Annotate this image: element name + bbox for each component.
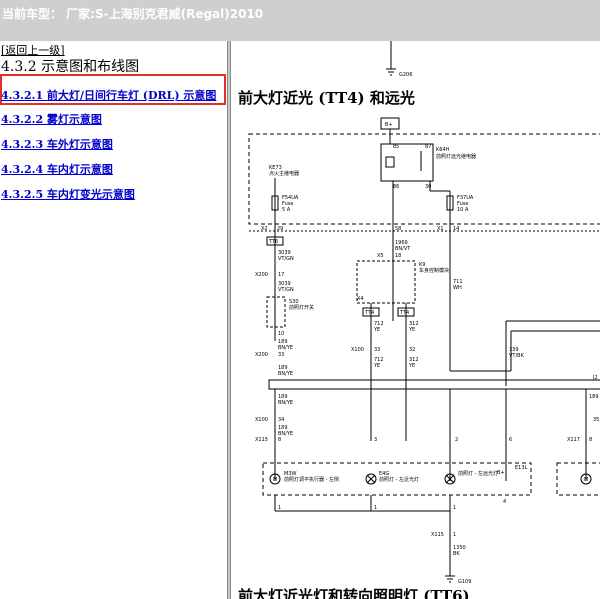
svg-text:1: 1	[453, 532, 456, 538]
nav-item-fog-lamp[interactable]: 4.3.2.2 雾灯示意图	[1, 111, 102, 127]
g206-label: G206	[399, 72, 412, 78]
svg-text:8: 8	[278, 437, 281, 443]
svg-text:VT/GN: VT/GN	[278, 256, 294, 262]
svg-text:VT/BK: VT/BK	[509, 353, 525, 359]
svg-text:85: 85	[393, 144, 399, 150]
m3w-right-symbol: M	[584, 477, 588, 483]
svg-text:10 A: 10 A	[457, 207, 469, 213]
svg-text:3: 3	[374, 437, 377, 443]
svg-text:34: 34	[278, 417, 284, 423]
svg-text:TT4: TT4	[399, 310, 409, 316]
svg-text:BN/YE: BN/YE	[278, 400, 293, 406]
svg-text:J2: J2	[592, 375, 598, 381]
svg-text:8: 8	[589, 437, 592, 443]
svg-text:X200: X200	[255, 272, 268, 278]
svg-text:G109: G109	[458, 579, 471, 585]
svg-text:VT/GN: VT/GN	[278, 287, 294, 293]
svg-text:X2: X2	[261, 226, 268, 232]
svg-text:1: 1	[278, 505, 281, 511]
svg-text:YE: YE	[408, 363, 415, 369]
nav-item-exterior-lamp[interactable]: 4.3.2.3 车外灯示意图	[1, 136, 113, 152]
navigation-pane: [返回上一级] 4.3.2 示意图和布线图 4.3.2.1 前大灯/日间行车灯 …	[0, 41, 227, 599]
svg-text:WH: WH	[453, 285, 462, 291]
svg-text:BN/YE: BN/YE	[278, 371, 293, 377]
svg-text:B+: B+	[497, 470, 505, 476]
svg-text:前照灯调平执行器 - 左侧: 前照灯调平执行器 - 左侧	[284, 476, 339, 483]
section-title: 4.3.2 示意图和布线图	[1, 59, 140, 75]
svg-text:YE: YE	[373, 363, 380, 369]
svg-text:X115: X115	[431, 532, 444, 538]
svg-text:18: 18	[395, 253, 401, 259]
svg-text:YE: YE	[408, 327, 415, 333]
nav-item-headlamp-drl[interactable]: 4.3.2.1 前大灯/日间行车灯 (DRL) 示意图	[1, 87, 216, 103]
svg-text:X100: X100	[255, 417, 268, 423]
m3w-symbol: M	[273, 477, 277, 483]
svg-text:BN/VT: BN/VT	[395, 246, 411, 252]
k64-label: K64H	[436, 147, 450, 153]
svg-text:33: 33	[278, 352, 284, 358]
svg-text:TT4: TT4	[364, 310, 374, 316]
svg-text:X117: X117	[567, 437, 580, 443]
vehicle-model-title: 当前车型： 厂家:S-上海别克君威(Regal)2010	[2, 7, 264, 21]
nav-item-interior-lamp[interactable]: 4.3.2.4 车内灯示意图	[1, 161, 113, 177]
bplus-label: B+	[385, 122, 393, 128]
wiring-diagram: G206 B+ K64H 前照灯远光继电器 85 87 86 30 KE73 点…	[248, 41, 600, 585]
svg-text:YE: YE	[373, 327, 380, 333]
svg-text:1: 1	[453, 505, 456, 511]
svg-text:14: 14	[453, 226, 459, 232]
svg-text:58: 58	[395, 226, 401, 232]
svg-text:X100: X100	[351, 347, 364, 353]
svg-text:4: 4	[503, 499, 506, 505]
svg-text:33: 33	[374, 347, 380, 353]
svg-text:32: 32	[409, 347, 415, 353]
svg-text:TT6: TT6	[268, 239, 278, 245]
svg-text:BK: BK	[453, 551, 460, 557]
svg-text:17: 17	[278, 272, 284, 278]
svg-text:前照灯开关: 前照灯开关	[289, 304, 314, 311]
svg-text:X115: X115	[255, 437, 268, 443]
svg-text:10: 10	[278, 331, 284, 337]
svg-text:X1: X1	[437, 226, 444, 232]
svg-text:5 A: 5 A	[282, 207, 291, 213]
svg-text:E13L: E13L	[515, 465, 528, 471]
svg-text:前照灯 - 左远光灯: 前照灯 - 左远光灯	[458, 470, 498, 477]
diagram-pane: 前大灯近光 (TT4) 和远光 前大灯近光灯和转向照明灯 (TT6) G206 …	[231, 41, 600, 599]
svg-text:2: 2	[455, 437, 458, 443]
svg-text:87: 87	[425, 144, 431, 150]
svg-text:1: 1	[374, 505, 377, 511]
svg-text:6: 6	[509, 437, 512, 443]
svg-text:X4: X4	[357, 296, 364, 302]
svg-text:BN/YE: BN/YE	[278, 345, 293, 351]
svg-text:X200: X200	[255, 352, 268, 358]
svg-text:35: 35	[593, 417, 599, 423]
svg-text:86: 86	[393, 184, 399, 190]
svg-text:点火主继电器: 点火主继电器	[269, 170, 299, 177]
svg-text:189: 189	[589, 394, 599, 400]
svg-text:X5: X5	[377, 253, 384, 259]
svg-text:车身控制模块: 车身控制模块	[419, 267, 449, 274]
svg-text:29: 29	[277, 226, 283, 232]
k64-desc: 前照灯远光继电器	[436, 153, 476, 160]
nav-item-interior-dimming[interactable]: 4.3.2.5 车内灯变光示意图	[1, 186, 135, 202]
svg-text:前照灯 - 左近光灯: 前照灯 - 左近光灯	[379, 476, 419, 483]
title-bar: 当前车型： 厂家:S-上海别克君威(Regal)2010	[0, 0, 600, 42]
